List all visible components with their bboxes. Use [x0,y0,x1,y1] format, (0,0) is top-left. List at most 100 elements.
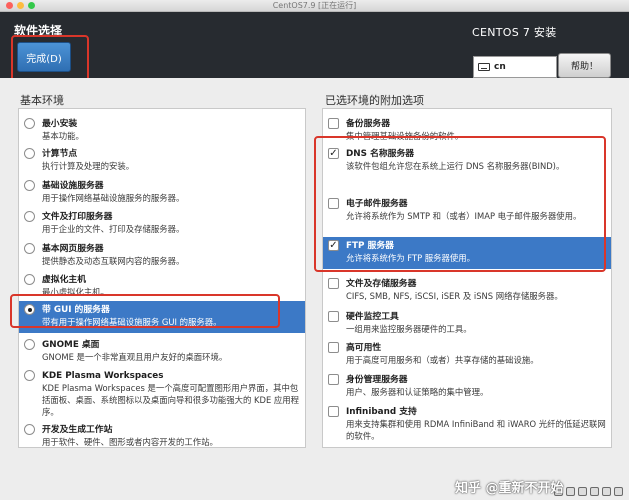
addon-checkbox[interactable] [328,311,339,322]
environment-description: 用于企业的文件、打印及存储服务器。 [42,224,185,234]
environment-item[interactable]: 开发及生成工作站用于软件、硬件、图形或者内容开发的工作站。 [19,421,305,447]
addon-description: 该软件包组允许您在系统上运行 DNS 名称服务器(BIND)。 [346,161,565,171]
environment-radio[interactable] [24,148,35,159]
addon-item[interactable]: Infiniband 支持用来支持集群和使用 RDMA InfiniBand 和… [323,403,611,443]
addon-item[interactable]: 高可用性用于高度可用服务和（或者）共享存储的基础设施。 [323,339,611,369]
page-title: 软件选择 [14,24,63,38]
addon-item[interactable]: 硬件监控工具一组用来监控服务器硬件的工具。 [323,308,611,338]
environment-radio[interactable] [24,304,35,315]
environment-name: 基础设施服务器 [42,181,104,191]
addon-item[interactable]: 身份管理服务器用户、服务器和认证策略的集中管理。 [323,371,611,401]
environment-name: 文件及打印服务器 [42,212,113,222]
addon-description: CIFS, SMB, NFS, iSCSI, iSER 及 iSNS 网络存储服… [346,291,563,301]
addon-checkbox[interactable] [328,278,339,289]
base-environment-heading: 基本环境 [20,94,64,107]
addon-name: 硬件监控工具 [346,312,399,322]
addon-name: Infiniband 支持 [346,407,417,417]
environment-item[interactable]: 基础设施服务器用于操作网络基础设施服务的服务器。 [19,177,305,207]
environment-item[interactable]: GNOME 桌面 GNOME 是一个非常直观且用户友好的桌面环境。 [19,336,305,366]
base-environment-list[interactable]: 最小安装基本功能。计算节点执行计算及处理的安装。 基础设施服务器用于操作网络基础设… [18,108,306,448]
product-title: CENTOS 7 安装 [472,26,557,39]
addon-name: FTP 服务器 [346,241,394,251]
addon-checkbox[interactable] [328,406,339,417]
environment-name: 基本网页服务器 [42,244,104,254]
tray-keyboard-icon [614,487,623,496]
software-selection-body: 基本环境 已选环境的附加选项 最小安装 基本功能。 计算节点 执行计算及处理的安装。基… [0,78,629,456]
host-titlebar: CentOS7.9 [正在运行] [0,0,629,12]
host-window-title: CentOS7.9 [正在运行] [272,1,357,10]
tray-folder-icon [602,487,611,496]
environment-name: 虚拟化主机 [42,275,86,285]
addon-checkbox[interactable]: ✓ [328,240,339,251]
addons-list[interactable]: 备份服务器集中管理基础设施备份的软件。 ✓ DNS 名称服务器该软件包组允许您在系统… [322,108,612,448]
environment-radio[interactable] [24,370,35,381]
addon-checkbox[interactable]: ✓ [328,148,339,159]
addon-item[interactable]: Java 平台 [323,445,611,447]
tray-display-icon [590,487,599,496]
tray-usb-icon [578,487,587,496]
addon-name: 文件及存储服务器 [346,279,417,289]
environment-radio[interactable] [24,211,35,222]
environment-radio[interactable] [24,180,35,191]
addon-checkbox[interactable] [328,374,339,385]
addon-description: 用来支持集群和使用 RDMA InfiniBand 和 iWARO 光纤的低延迟… [346,419,606,441]
environment-name: KDE Plasma Workspaces [42,371,164,381]
environment-description: 带有用于操作网络基础设施服务 GUI 的服务器。 [42,317,222,327]
addon-name: 身份管理服务器 [346,375,408,385]
addon-checkbox[interactable] [328,342,339,353]
environment-description: 最小虚拟化主机。 [42,287,109,297]
environment-name: 最小安装 [42,119,78,129]
done-button[interactable]: 完成(D) [17,42,71,72]
environment-radio[interactable] [24,274,35,285]
environment-item[interactable]: KDE Plasma Workspaces KDE Plasma Workspac… [19,367,305,419]
environment-description: 基本功能。 [42,131,84,141]
environment-radio[interactable] [24,118,35,129]
addon-item[interactable]: ✓ FTP 服务器允许将系统作为 FTP 服务器使用。 [323,237,611,269]
help-button[interactable]: 帮助！ [558,53,611,78]
tray-network-icon [566,487,575,496]
addon-name: 电子邮件服务器 [346,199,408,209]
addon-checkbox[interactable] [328,198,339,209]
installer-header: 软件选择 完成(D) CENTOS 7 安装 cn 帮助！ [0,12,629,83]
addon-checkbox[interactable] [328,118,339,129]
installer-window: CentOS7.9 [正在运行] 软件选择 完成(D) CENTOS 7 安装 … [0,0,629,500]
environment-item[interactable]: 带 GUI 的服务器带有用于操作网络基础设施服务 GUI 的服务器。 [19,301,305,333]
environment-name: GNOME 桌面 [42,340,100,350]
addon-item[interactable]: ✓ DNS 名称服务器该软件包组允许您在系统上运行 DNS 名称服务器(BIND)… [323,145,611,193]
addon-description: 允许将系统作为 SMTP 和（或者）IMAP 电子邮件服务器使用。 [346,211,582,221]
keyboard-icon [478,63,490,71]
keyboard-layout-label: cn [494,62,506,72]
addon-description: 允许将系统作为 FTP 服务器使用。 [346,253,476,263]
addon-description: 一组用来监控服务器硬件的工具。 [346,324,472,334]
environment-name: 计算节点 [42,149,78,159]
environment-item[interactable]: 计算节点执行计算及处理的安装。 [19,145,305,175]
environment-name: 带 GUI 的服务器 [42,305,110,315]
environment-radio[interactable] [24,243,35,254]
environment-item[interactable]: 文件及打印服务器用于企业的文件、打印及存储服务器。 [19,208,305,238]
environment-radio[interactable] [24,424,35,435]
addon-description: 集中管理基础设施备份的软件。 [346,131,464,141]
environment-item[interactable]: 最小安装 基本功能。 [19,115,305,145]
watermark: 知乎 @重新不开始 [455,481,564,496]
keyboard-layout-indicator[interactable]: cn [473,56,557,78]
addon-item[interactable]: 文件及存储服务器 CIFS, SMB, NFS, iSCSI, iSER 及 iS… [323,275,611,305]
environment-name: 开发及生成工作站 [42,425,113,435]
addons-heading: 已选环境的附加选项 [325,94,424,107]
environment-description: 执行计算及处理的安装。 [42,161,135,171]
environment-item[interactable]: 基本网页服务器提供静态及动态互联网内容的服务器。 [19,240,305,270]
environment-description: 提供静态及动态互联网内容的服务器。 [42,256,185,266]
addon-description: 用于高度可用服务和（或者）共享存储的基础设施。 [346,355,539,365]
environment-description: 用于操作网络基础设施服务的服务器。 [42,193,185,203]
addon-description: 用户、服务器和认证策略的集中管理。 [346,387,489,397]
environment-description: GNOME 是一个非常直观且用户友好的桌面环境。 [42,352,228,362]
environment-radio[interactable] [24,339,35,350]
addon-name: DNS 名称服务器 [346,149,415,159]
environment-description: KDE Plasma Workspaces 是一个高度可配置图形用户界面，其中包… [42,383,300,417]
addon-item[interactable]: 电子邮件服务器允许将系统作为 SMTP 和（或者）IMAP 电子邮件服务器使用。 [323,195,611,235]
addon-name: 备份服务器 [346,119,390,129]
environment-item[interactable]: 虚拟化主机最小虚拟化主机。 [19,271,305,301]
addon-item[interactable]: 备份服务器集中管理基础设施备份的软件。 [323,115,611,145]
addon-name: 高可用性 [346,343,382,353]
environment-description: 用于软件、硬件、图形或者内容开发的工作站。 [42,437,218,447]
host-tray-icons [554,487,623,496]
